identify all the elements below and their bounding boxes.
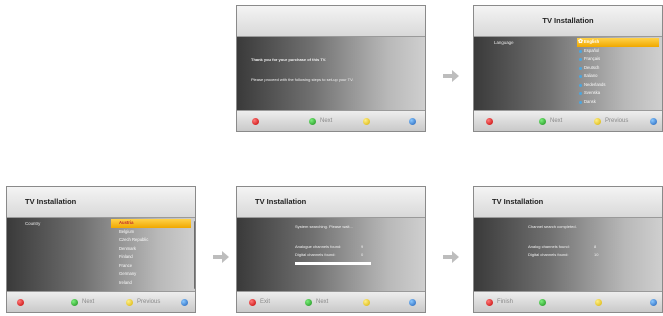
country-option-czech-republic[interactable]: Czech Republic xyxy=(111,236,191,245)
screen-header: TV Installation xyxy=(474,6,662,37)
setup-instructions: Please proceed with the following steps … xyxy=(251,77,354,82)
language-option-svenska[interactable]: Svenska xyxy=(577,89,659,98)
welcome-message: Thank you for your purchase of this TV. xyxy=(251,57,327,62)
screen-body: Country Austria Belgium Czech Republic D… xyxy=(7,218,195,293)
next-label[interactable]: Next xyxy=(320,118,332,125)
language-option-espanol[interactable]: Español xyxy=(577,47,659,56)
welcome-screen: Thank you for your purchase of this TV. … xyxy=(236,5,426,132)
language-option-italiano[interactable]: Italiano xyxy=(577,72,659,81)
screen-footer: Next Previous xyxy=(474,110,662,131)
digital-channels-value: 0 xyxy=(361,252,364,257)
blue-button-icon[interactable] xyxy=(409,118,416,125)
digital-channels-label: Digital channels found: xyxy=(295,252,336,257)
country-option-belgium[interactable]: Belgium xyxy=(111,228,191,237)
red-button-icon[interactable] xyxy=(249,299,256,306)
screen-body: System searching. Please wait... Analogu… xyxy=(237,218,425,293)
country-screen: TV Installation Country Austria Belgium … xyxy=(6,186,196,313)
screen-body: Channel search completed. Analog channel… xyxy=(474,218,662,293)
green-button-icon[interactable] xyxy=(309,118,316,125)
yellow-button-icon[interactable] xyxy=(126,299,133,306)
green-button-icon[interactable] xyxy=(539,118,546,125)
green-button-icon[interactable] xyxy=(539,299,546,306)
next-label[interactable]: Next xyxy=(316,299,328,306)
yellow-button-icon[interactable] xyxy=(594,118,601,125)
digital-channels-label: Digital channels found: xyxy=(528,252,569,257)
country-list[interactable]: Austria Belgium Czech Republic Denmark F… xyxy=(111,219,191,287)
red-button-icon[interactable] xyxy=(252,118,259,125)
language-option-nederlands[interactable]: Nederlands xyxy=(577,81,659,90)
screen-header xyxy=(237,6,425,37)
globe-dot-icon xyxy=(579,92,582,95)
language-option-deutsch[interactable]: Deutsch xyxy=(577,64,659,73)
previous-label[interactable]: Previous xyxy=(137,299,160,306)
red-button-icon[interactable] xyxy=(486,118,493,125)
exit-label[interactable]: Exit xyxy=(260,299,270,306)
digital-channels-value: 10 xyxy=(594,252,599,257)
country-option-germany[interactable]: Germany xyxy=(111,270,191,279)
language-option-dansk[interactable]: Dansk xyxy=(577,98,659,107)
language-list[interactable]: ✿ English Español Français Deutsch Itali… xyxy=(577,38,659,106)
arrow-right-icon xyxy=(443,251,459,263)
globe-dot-icon xyxy=(579,75,582,78)
globe-dot-icon xyxy=(579,100,582,104)
country-option-austria[interactable]: Austria xyxy=(111,219,191,228)
country-option-france[interactable]: France xyxy=(111,262,191,271)
previous-label[interactable]: Previous xyxy=(605,118,628,125)
search-status: System searching. Please wait... xyxy=(295,224,353,229)
country-option-denmark[interactable]: Denmark xyxy=(111,245,191,254)
country-label: Country xyxy=(25,221,41,226)
screen-header: TV Installation xyxy=(474,187,662,218)
screen-footer: Next Previous xyxy=(7,291,195,312)
analogue-channels-label: Analogue channels found: xyxy=(295,244,342,249)
channel-search-screen: TV Installation System searching. Please… xyxy=(236,186,426,313)
screen-body: Language ✿ English Español Français Deut… xyxy=(474,37,662,112)
globe-dot-icon xyxy=(579,83,582,87)
arrow-right-icon xyxy=(213,251,229,263)
analog-channels-value: 8 xyxy=(594,244,597,249)
search-complete-status: Channel search completed. xyxy=(528,224,577,229)
finish-label[interactable]: Finish xyxy=(497,299,513,306)
screen-footer: Finish xyxy=(474,291,662,312)
green-button-icon[interactable] xyxy=(305,299,312,306)
search-complete-screen: TV Installation Channel search completed… xyxy=(473,186,663,313)
language-option-francais[interactable]: Français xyxy=(577,55,659,64)
globe-dot-icon xyxy=(579,49,582,53)
yellow-button-icon[interactable] xyxy=(363,299,370,306)
analog-channels-label: Analog channels found: xyxy=(528,244,570,249)
yellow-button-icon[interactable] xyxy=(363,118,370,125)
next-label[interactable]: Next xyxy=(82,299,94,306)
blue-button-icon[interactable] xyxy=(181,299,188,306)
screen-title: TV Installation xyxy=(255,197,307,206)
next-label[interactable]: Next xyxy=(550,118,562,125)
blue-button-icon[interactable] xyxy=(409,299,416,306)
screen-footer: Exit Next xyxy=(237,291,425,312)
red-button-icon[interactable] xyxy=(17,299,24,306)
country-list-scrollbar[interactable] xyxy=(194,221,195,289)
country-option-ireland[interactable]: Ireland xyxy=(111,279,191,288)
globe-dot-icon xyxy=(579,58,582,61)
arrow-right-icon xyxy=(443,70,459,82)
screen-title: TV Installation xyxy=(25,197,77,206)
globe-dot-icon xyxy=(579,66,582,70)
screen-title: TV Installation xyxy=(492,197,544,206)
screen-header: TV Installation xyxy=(237,187,425,218)
language-option-english[interactable]: ✿ English xyxy=(577,38,659,47)
language-label: Language xyxy=(494,40,514,45)
language-screen: TV Installation Language ✿ English Españ… xyxy=(473,5,663,132)
country-option-finland[interactable]: Finland xyxy=(111,253,191,262)
red-button-icon[interactable] xyxy=(486,299,493,306)
blue-button-icon[interactable] xyxy=(650,299,657,306)
screen-body: Thank you for your purchase of this TV. … xyxy=(237,37,425,112)
screen-title: TV Installation xyxy=(542,16,594,25)
yellow-button-icon[interactable] xyxy=(595,299,602,306)
screen-header: TV Installation xyxy=(7,187,195,218)
analogue-channels-value: 9 xyxy=(361,244,364,249)
blue-button-icon[interactable] xyxy=(650,118,657,125)
gear-icon: ✿ xyxy=(578,39,584,45)
screen-footer: Next xyxy=(237,110,425,131)
search-progress-bar xyxy=(295,262,371,265)
green-button-icon[interactable] xyxy=(71,299,78,306)
